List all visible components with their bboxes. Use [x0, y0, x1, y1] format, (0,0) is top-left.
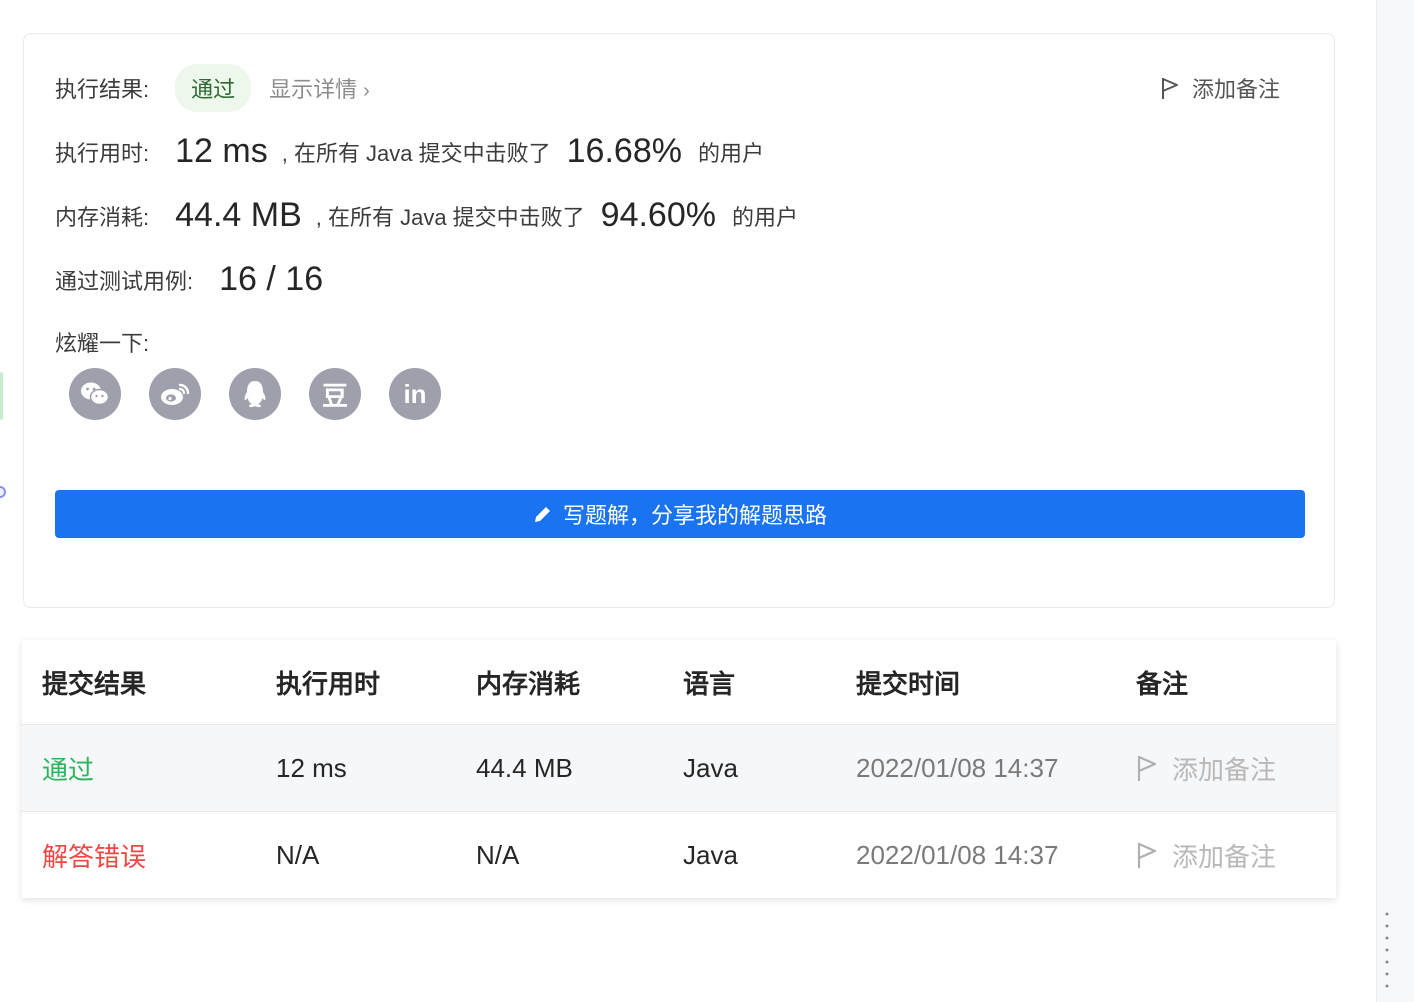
- memory-row: 内存消耗: 44.4 MB , 在所有 Java 提交中击败了 94.60% 的…: [55, 196, 798, 235]
- header-status[interactable]: 提交结果: [42, 640, 146, 724]
- douban-glyph: 豆: [321, 380, 348, 411]
- row-language: Java: [683, 752, 738, 783]
- runtime-value: 12 ms: [175, 132, 268, 170]
- memory-compare-text: , 在所有 Java 提交中击败了: [315, 204, 585, 230]
- row-add-note-label: 添加备注: [1172, 754, 1277, 785]
- row-memory: N/A: [476, 839, 520, 870]
- runtime-row: 执行用时: 12 ms , 在所有 Java 提交中击败了 16.68% 的用户: [55, 132, 764, 171]
- header-note: 备注: [1136, 668, 1189, 699]
- row-runtime: 12 ms: [276, 752, 347, 783]
- tests-label: 通过测试用例:: [55, 268, 194, 294]
- row-runtime: N/A: [276, 839, 320, 870]
- left-edge-dot: [0, 486, 6, 498]
- write-solution-label: 写题解，分享我的解题思路: [562, 503, 827, 528]
- add-note-label: 添加备注: [1191, 77, 1280, 102]
- douban-icon[interactable]: 豆: [309, 368, 361, 420]
- weibo-glyph: [161, 383, 190, 405]
- row-status[interactable]: 解答错误: [42, 812, 146, 898]
- write-solution-button[interactable]: 写题解，分享我的解题思路: [55, 490, 1305, 538]
- row-status[interactable]: 通过: [42, 725, 94, 811]
- row-memory: 44.4 MB: [476, 752, 573, 783]
- status-badge: 通过: [175, 64, 252, 112]
- header-memory[interactable]: 内存消耗: [476, 640, 580, 724]
- drag-handle-icon[interactable]: [1385, 908, 1389, 992]
- row-language: Java: [683, 839, 738, 870]
- right-side-rail: [1376, 0, 1414, 1002]
- runtime-compare-text: , 在所有 Java 提交中击败了: [281, 140, 551, 166]
- chevron-right-icon: ›: [363, 80, 370, 102]
- share-icons: 豆 in: [69, 368, 469, 420]
- memory-suffix: 的用户: [732, 204, 799, 230]
- runtime-suffix: 的用户: [697, 140, 764, 166]
- pencil-icon: [534, 507, 550, 522]
- runtime-label: 执行用时:: [55, 140, 150, 166]
- tests-row: 通过测试用例: 16 / 16: [55, 260, 323, 299]
- header-submit-time[interactable]: 提交时间: [856, 640, 960, 724]
- status-row: 执行结果: 通过 显示详情 ›: [55, 64, 370, 112]
- qq-glyph: [244, 381, 266, 408]
- wechat-icon[interactable]: [69, 368, 121, 420]
- linkedin-glyph: in: [403, 378, 427, 409]
- status-label: 执行结果:: [55, 77, 150, 102]
- memory-label: 内存消耗:: [55, 204, 150, 230]
- linkedin-icon[interactable]: in: [389, 368, 441, 420]
- share-label: 炫耀一下:: [55, 331, 150, 356]
- row-add-note-button[interactable]: 添加备注: [1136, 812, 1276, 898]
- header-language[interactable]: 语言: [683, 640, 735, 724]
- add-note-button[interactable]: 添加备注: [1160, 72, 1280, 104]
- flag-icon: [1137, 755, 1157, 781]
- row-submit-time: 2022/01/08 14:37: [856, 839, 1059, 870]
- qq-icon[interactable]: [229, 368, 281, 420]
- memory-percent: 94.60%: [600, 196, 716, 234]
- result-card: 执行结果: 通过 显示详情 › 添加备注 执行用时: 12 ms , 在所有 Ja…: [23, 33, 1335, 608]
- memory-value: 44.4 MB: [175, 196, 302, 234]
- flag-icon: [1161, 78, 1178, 99]
- share-row-label: 炫耀一下:: [55, 326, 149, 358]
- weibo-icon[interactable]: [149, 368, 201, 420]
- tests-value: 16 / 16: [219, 260, 324, 298]
- table-row[interactable]: 解答错误 N/A N/A Java 2022/01/08 14:37 添加备注: [22, 812, 1336, 898]
- show-details-label: 显示详情: [269, 77, 358, 102]
- show-details-link[interactable]: 显示详情 ›: [269, 72, 370, 104]
- row-add-note-button[interactable]: 添加备注: [1136, 725, 1276, 811]
- table-header: 提交结果 执行用时 内存消耗 语言 提交时间 备注: [22, 640, 1336, 725]
- table-row[interactable]: 通过 12 ms 44.4 MB Java 2022/01/08 14:37 添…: [22, 725, 1336, 812]
- runtime-percent: 16.68%: [566, 132, 682, 170]
- header-runtime[interactable]: 执行用时: [276, 640, 380, 724]
- flag-icon: [1137, 842, 1157, 868]
- row-submit-time: 2022/01/08 14:37: [856, 752, 1059, 783]
- row-add-note-label: 添加备注: [1172, 841, 1277, 872]
- wechat-glyph: [81, 382, 110, 406]
- left-edge-indicator: [0, 372, 3, 420]
- submissions-table: 提交结果 执行用时 内存消耗 语言 提交时间 备注 通过 12 ms 44.4 …: [22, 640, 1336, 898]
